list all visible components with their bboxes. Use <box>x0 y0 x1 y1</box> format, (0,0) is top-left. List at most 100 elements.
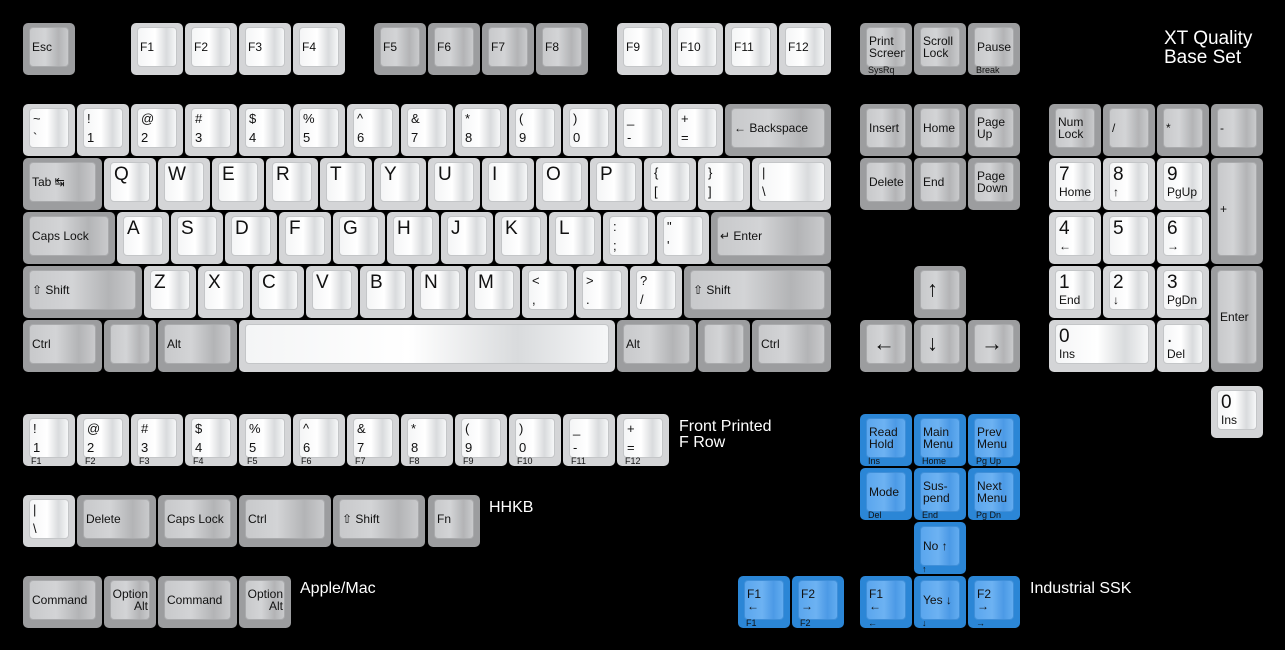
key-x[interactable]: X <box>198 266 250 318</box>
key-left-alt[interactable]: Alt <box>158 320 237 372</box>
key-n[interactable]: N <box>414 266 466 318</box>
key-kp-4[interactable]: 4 ← <box>1049 212 1101 264</box>
key-9[interactable]: (9 <box>509 104 561 156</box>
key-q[interactable]: Q <box>104 158 156 210</box>
key-t[interactable]: T <box>320 158 372 210</box>
key-f7[interactable]: F7 <box>482 23 534 75</box>
key-fp-9[interactable]: (9 F9 <box>455 414 507 466</box>
key-f6[interactable]: F6 <box>428 23 480 75</box>
key-kp-enter[interactable]: Enter <box>1211 266 1263 372</box>
key-right[interactable]: → <box>968 320 1020 372</box>
key-hhkb-backslash[interactable]: | \ <box>23 495 75 547</box>
key-no[interactable]: No ↑ ↑ <box>914 522 966 574</box>
key-kp-multiply[interactable]: * <box>1157 104 1209 156</box>
key-f[interactable]: F <box>279 212 331 264</box>
key-f2[interactable]: F2 <box>185 23 237 75</box>
key-quote[interactable]: " ' <box>657 212 709 264</box>
key-l[interactable]: L <box>549 212 601 264</box>
key-tab[interactable]: Tab ↹ <box>23 158 102 210</box>
key-yes[interactable]: Yes ↓ ↓ <box>914 576 966 628</box>
key-fp-3[interactable]: #3 F3 <box>131 414 183 466</box>
key-backslash[interactable]: | \ <box>752 158 831 210</box>
key-kp-7[interactable]: 7 Home <box>1049 158 1101 210</box>
key-home[interactable]: Home <box>914 104 966 156</box>
key-next-menu[interactable]: Next Menu Pg Dn <box>968 468 1020 520</box>
key-kp-plus[interactable]: + <box>1211 158 1263 264</box>
key-minus[interactable]: _ - <box>617 104 669 156</box>
key-f1[interactable]: F1 <box>131 23 183 75</box>
key-k[interactable]: K <box>495 212 547 264</box>
key-w[interactable]: W <box>158 158 210 210</box>
key-kp-divide[interactable]: / <box>1103 104 1155 156</box>
key-up[interactable]: ↑ <box>914 266 966 318</box>
key-backspace[interactable]: ← Backspace <box>725 104 831 156</box>
key-right-blank[interactable] <box>698 320 750 372</box>
key-kp-minus[interactable]: - <box>1211 104 1263 156</box>
key-caps-lock[interactable]: Caps Lock <box>23 212 115 264</box>
key-insert[interactable]: Insert <box>860 104 912 156</box>
key-c[interactable]: C <box>252 266 304 318</box>
key-rbracket[interactable]: }] <box>698 158 750 210</box>
key-fp-2[interactable]: @2 F2 <box>77 414 129 466</box>
key-left-shift[interactable]: ⇧ Shift <box>23 266 142 318</box>
key-slash[interactable]: ? / <box>630 266 682 318</box>
key-y[interactable]: Y <box>374 158 426 210</box>
key-d[interactable]: D <box>225 212 277 264</box>
key-right-shift[interactable]: ⇧ Shift <box>684 266 831 318</box>
key-5[interactable]: % 5 <box>293 104 345 156</box>
key-fp-4[interactable]: $4 F4 <box>185 414 237 466</box>
key-j[interactable]: J <box>441 212 493 264</box>
key-command-1[interactable]: Command <box>23 576 102 628</box>
key-8[interactable]: * 8 <box>455 104 507 156</box>
key-comma[interactable]: <, <box>522 266 574 318</box>
key-mode[interactable]: Mode Del <box>860 468 912 520</box>
key-z[interactable]: Z <box>144 266 196 318</box>
key-kp-5[interactable]: 5 <box>1103 212 1155 264</box>
key-b[interactable]: B <box>360 266 412 318</box>
key-a[interactable]: A <box>117 212 169 264</box>
key-f4[interactable]: F4 <box>293 23 345 75</box>
key-kp-1[interactable]: 1 End <box>1049 266 1101 318</box>
key-lbracket[interactable]: {[ <box>644 158 696 210</box>
key-fp-6[interactable]: ^ 6 F6 <box>293 414 345 466</box>
key-kp-9[interactable]: 9 PgUp <box>1157 158 1209 210</box>
key-command-2[interactable]: Command <box>158 576 237 628</box>
key-grave[interactable]: ~ ` <box>23 104 75 156</box>
key-equals[interactable]: + = <box>671 104 723 156</box>
key-f9[interactable]: F9 <box>617 23 669 75</box>
key-ind-f2b[interactable]: F2 → → <box>968 576 1020 628</box>
key-scroll-lock[interactable]: Scroll Lock <box>914 23 966 75</box>
key-hhkb-fn[interactable]: Fn <box>428 495 480 547</box>
key-4[interactable]: $4 <box>239 104 291 156</box>
key-main-menu[interactable]: Main Menu Home <box>914 414 966 466</box>
key-kp-0-alt[interactable]: 0 Ins <box>1211 386 1263 438</box>
key-f12[interactable]: F12 <box>779 23 831 75</box>
key-ind-f1b[interactable]: F1 ← ← <box>860 576 912 628</box>
key-kp-8[interactable]: 8 ↑ <box>1103 158 1155 210</box>
key-hhkb-ctrl[interactable]: Ctrl <box>239 495 331 547</box>
key-page-down[interactable]: Page Down <box>968 158 1020 210</box>
key-end[interactable]: End <box>914 158 966 210</box>
key-right-alt[interactable]: Alt <box>617 320 696 372</box>
key-f10[interactable]: F10 <box>671 23 723 75</box>
key-down[interactable]: ↓ <box>914 320 966 372</box>
key-fp-0[interactable]: ) 0 F10 <box>509 414 561 466</box>
key-6[interactable]: ^ 6 <box>347 104 399 156</box>
key-esc[interactable]: Esc <box>23 23 75 75</box>
key-option-2[interactable]: Option Alt <box>239 576 291 628</box>
key-7[interactable]: & 7 <box>401 104 453 156</box>
key-e[interactable]: E <box>212 158 264 210</box>
key-f3[interactable]: F3 <box>239 23 291 75</box>
key-fp-minus[interactable]: _ - F11 <box>563 414 615 466</box>
key-f11[interactable]: F11 <box>725 23 777 75</box>
key-period[interactable]: >. <box>576 266 628 318</box>
key-f5[interactable]: F5 <box>374 23 426 75</box>
key-space[interactable] <box>239 320 615 372</box>
key-i[interactable]: I <box>482 158 534 210</box>
key-num-lock[interactable]: Num Lock <box>1049 104 1101 156</box>
key-fp-5[interactable]: % 5 F5 <box>239 414 291 466</box>
key-left-blank[interactable] <box>104 320 156 372</box>
key-hhkb-shift[interactable]: ⇧ Shift <box>333 495 425 547</box>
key-suspend[interactable]: Sus- pend End <box>914 468 966 520</box>
key-1[interactable]: ! 1 <box>77 104 129 156</box>
